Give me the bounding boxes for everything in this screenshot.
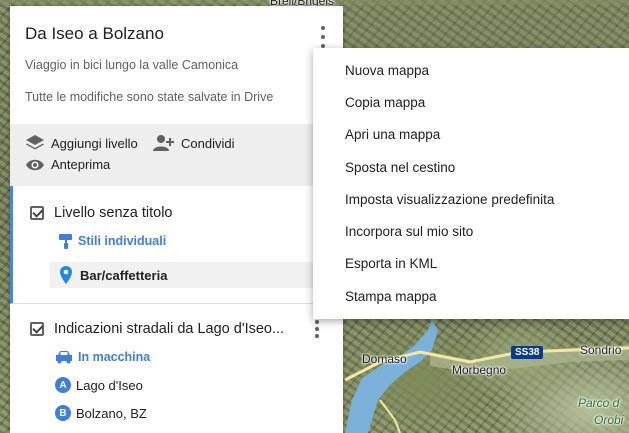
preview-label: Anteprima: [51, 157, 111, 172]
menu-embed[interactable]: Incorpora sul mio sito: [313, 215, 629, 247]
stop-a[interactable]: A Lago d'Iseo: [30, 372, 343, 398]
stop-b[interactable]: B Bolzano, BZ: [30, 400, 343, 426]
more-vert-icon[interactable]: [315, 26, 331, 48]
layer-checkbox[interactable]: [30, 206, 44, 220]
menu-copy-map[interactable]: Copia mappa: [313, 86, 629, 118]
stop-b-icon: B: [55, 405, 71, 421]
place-item[interactable]: Bar/caffetteria: [50, 262, 343, 288]
layer-options-icon[interactable]: [309, 320, 325, 338]
menu-set-default-view[interactable]: Imposta visualizzazione predefinita: [313, 183, 629, 215]
style-link[interactable]: Stili individuali: [78, 234, 166, 248]
menu-new-map[interactable]: Nuova mappa: [313, 54, 629, 86]
layer-title[interactable]: Livello senza titolo: [54, 205, 173, 221]
map-title[interactable]: Da Iseo a Bolzano: [25, 24, 343, 44]
layer-style-row[interactable]: Stili individuali: [30, 228, 343, 254]
travel-mode-row[interactable]: In macchina: [30, 344, 343, 370]
map-label-orobie: Orobi: [594, 413, 624, 427]
layers-icon: [26, 135, 44, 150]
map-details-panel: Da Iseo a Bolzano Viaggio in bici lungo …: [10, 6, 343, 433]
menu-move-to-trash[interactable]: Sposta nel cestino: [313, 151, 629, 183]
road-badge-ss38: SS38: [511, 346, 544, 359]
menu-export-kml[interactable]: Esporta in KML: [313, 248, 629, 280]
stop-a-name: Lago d'Iseo: [76, 377, 143, 393]
layer-untitled: Livello senza titolo Stili individuali B…: [10, 186, 343, 304]
share-label: Condividi: [181, 135, 235, 151]
eye-icon: [26, 159, 44, 170]
person-add-icon: [153, 135, 174, 151]
place-name: Bar/caffetteria: [80, 267, 168, 283]
stop-a-icon: A: [55, 377, 71, 393]
directions-checkbox[interactable]: [30, 322, 44, 336]
map-label-sondrio: Sondrio: [580, 343, 622, 357]
stop-b-name: Bolzano, BZ: [76, 405, 147, 421]
map-options-menu: Nuova mappa Copia mappa Apri una mappa S…: [313, 48, 629, 319]
panel-toolbar: Aggiungi livello Condividi Anteprima: [10, 124, 343, 186]
save-status: Tutte le modifiche sono state salvate in…: [25, 90, 274, 104]
add-layer-label: Aggiungi livello: [51, 135, 138, 151]
road-secondary: [379, 399, 401, 433]
menu-print-map[interactable]: Stampa mappa: [313, 280, 629, 312]
travel-mode-link[interactable]: In macchina: [78, 350, 150, 364]
share-button[interactable]: Condividi: [153, 134, 234, 152]
layer-title-row[interactable]: Livello senza titolo: [30, 200, 343, 226]
paint-roller-icon: [59, 234, 72, 249]
car-icon: [56, 351, 72, 364]
directions-title-row[interactable]: Indicazioni stradali da Lago d'Iseo...: [30, 316, 343, 342]
layer-directions: Indicazioni stradali da Lago d'Iseo... I…: [10, 304, 343, 433]
map-label-park: Parco d: [578, 396, 620, 410]
map-label-domaso: Domaso: [362, 352, 407, 366]
menu-open-map[interactable]: Apri una mappa: [313, 119, 629, 151]
add-layer-button[interactable]: Aggiungi livello: [25, 134, 138, 152]
panel-header: Da Iseo a Bolzano Viaggio in bici lungo …: [10, 6, 343, 124]
preview-button[interactable]: Anteprima: [25, 157, 110, 172]
map-label-morbegno: Morbegno: [452, 363, 507, 377]
map-description[interactable]: Viaggio in bici lungo la valle Camonica: [25, 58, 343, 72]
directions-title[interactable]: Indicazioni stradali da Lago d'Iseo...: [54, 321, 284, 337]
place-pin-icon: [60, 266, 72, 284]
